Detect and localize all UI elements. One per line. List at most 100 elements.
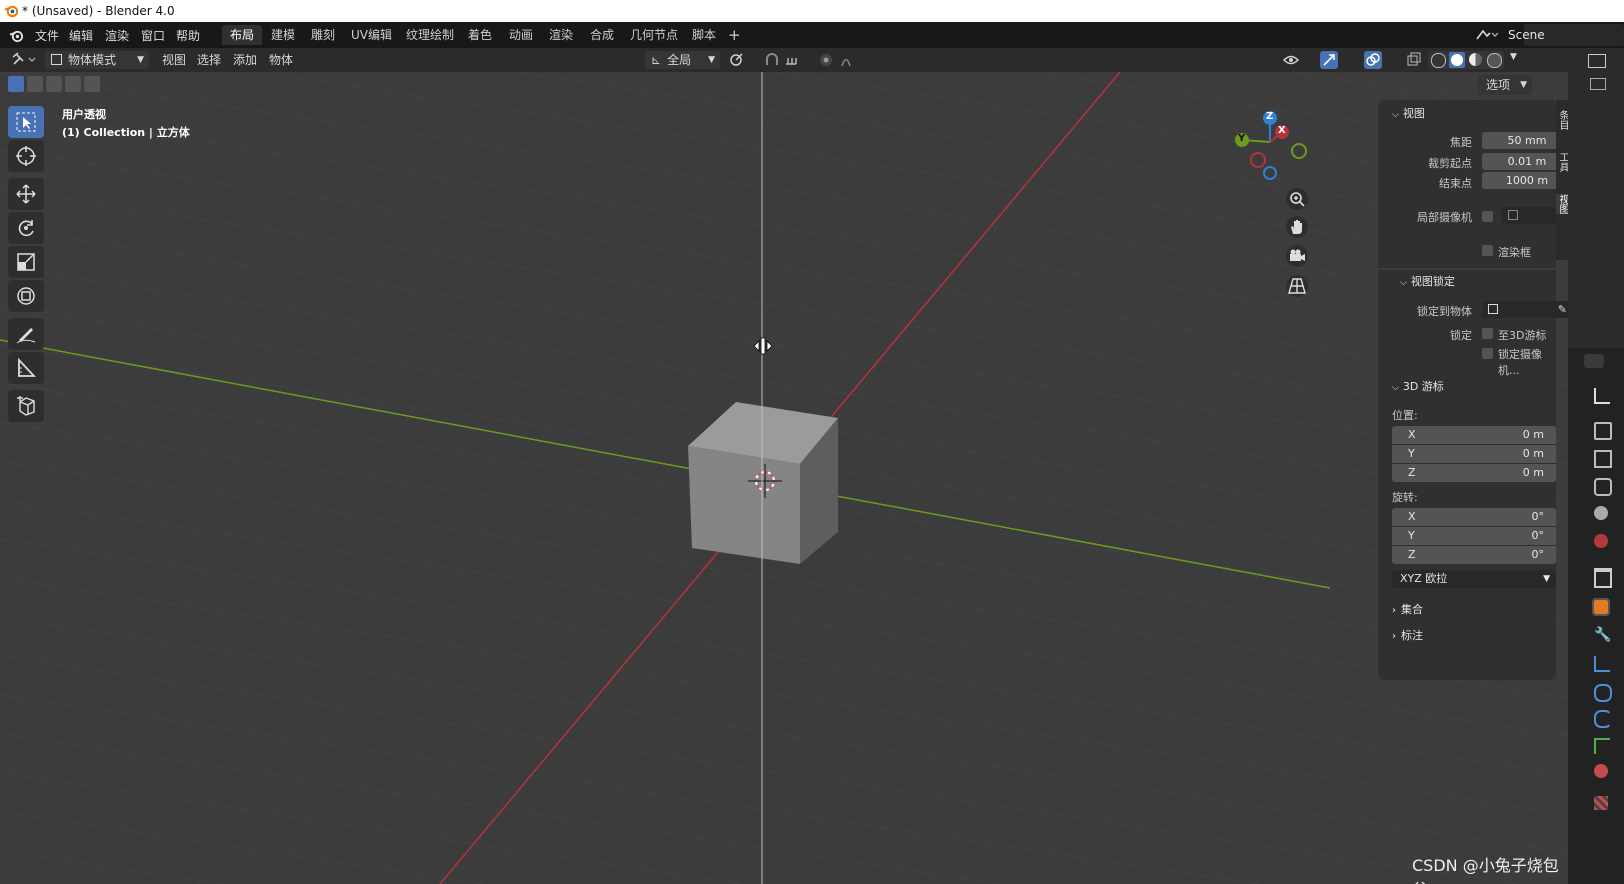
tab-scripting[interactable]: 脚本 xyxy=(684,25,724,45)
xray-icon[interactable] xyxy=(1406,52,1422,68)
tab-view[interactable]: 视图 xyxy=(1556,194,1568,214)
section-collection[interactable]: › 集合 xyxy=(1378,596,1556,618)
tab-rendering[interactable]: 渲染 xyxy=(541,25,581,45)
pivot-point-icon[interactable] xyxy=(728,52,754,68)
camera-view-button[interactable] xyxy=(1286,245,1308,267)
location-y-field[interactable]: Y 0 m xyxy=(1392,445,1556,463)
filter-icon[interactable] xyxy=(1590,78,1606,90)
tab-sculpting[interactable]: 雕刻 xyxy=(303,25,343,45)
tab-tool[interactable]: 工具 xyxy=(1556,152,1568,172)
material-shading-icon[interactable] xyxy=(1469,53,1482,66)
menu-file[interactable]: 文件 xyxy=(35,27,59,44)
blender-menu-icon[interactable] xyxy=(9,28,24,43)
add-workspace-button[interactable]: + xyxy=(720,25,749,45)
tab-animation[interactable]: 动画 xyxy=(501,25,541,45)
menu-edit[interactable]: 编辑 xyxy=(69,27,93,44)
pan-button[interactable] xyxy=(1286,216,1308,238)
visibility-icon[interactable] xyxy=(1282,51,1312,69)
3d-viewport[interactable]: 用户透视 (1) Collection | 立方体 Z Y X 选项 ▼ CSD… xyxy=(0,72,1568,884)
zoom-button[interactable] xyxy=(1286,188,1308,210)
tab-layout[interactable]: 布局 xyxy=(222,25,263,45)
data-properties-icon[interactable] xyxy=(1594,738,1610,754)
physics-properties-icon[interactable] xyxy=(1594,684,1612,702)
proportional-edit-icon[interactable] xyxy=(818,52,834,68)
tab-uv-editing[interactable]: UV编辑 xyxy=(343,25,400,45)
tool-measure[interactable] xyxy=(8,352,44,384)
tool-properties-icon[interactable] xyxy=(1594,388,1610,404)
particles-properties-icon[interactable] xyxy=(1594,656,1610,672)
tab-item[interactable]: 条目 xyxy=(1556,110,1568,130)
navigation-gizmo[interactable]: Z Y X xyxy=(1228,108,1308,188)
rotation-x-field[interactable]: X 0° xyxy=(1392,508,1556,526)
wireframe-shading-icon[interactable] xyxy=(1431,53,1446,68)
tab-shading[interactable]: 着色 xyxy=(460,25,500,45)
collection-properties-icon[interactable] xyxy=(1594,568,1612,588)
world-properties-icon[interactable] xyxy=(1594,534,1608,548)
lock-camera-checkbox[interactable] xyxy=(1482,348,1493,359)
tool-scale[interactable] xyxy=(8,246,44,278)
chevron-down-icon[interactable]: ▼ xyxy=(1510,52,1517,62)
rotation-z-field[interactable]: Z 0° xyxy=(1392,546,1556,564)
menu-help[interactable]: 帮助 xyxy=(176,27,200,44)
render-region-checkbox[interactable] xyxy=(1482,245,1493,256)
select-invert-icon[interactable] xyxy=(65,76,81,92)
object-properties-icon[interactable] xyxy=(1592,598,1610,616)
lock-cursor-checkbox[interactable] xyxy=(1482,328,1493,339)
header-menu-add[interactable]: 添加 xyxy=(233,51,257,69)
header-menu-object[interactable]: 物体 xyxy=(269,51,293,69)
select-new-icon[interactable] xyxy=(8,76,24,92)
modifier-properties-icon[interactable]: 🔧 xyxy=(1594,628,1611,642)
constraints-properties-icon[interactable] xyxy=(1594,710,1612,728)
snap-increment-icon[interactable] xyxy=(784,52,812,68)
header-menu-select[interactable]: 选择 xyxy=(197,51,221,69)
options-dropdown[interactable]: 选项 ▼ xyxy=(1478,75,1532,95)
orientation-dropdown[interactable]: ⊾ 全局 ▼ xyxy=(645,51,720,69)
lock-to-object-field[interactable]: ✎ xyxy=(1482,301,1572,318)
texture-properties-icon[interactable] xyxy=(1594,796,1608,810)
section-annotations[interactable]: › 标注 xyxy=(1378,622,1556,644)
section-view-lock-header[interactable]: ⌵ 视图锁定 xyxy=(1400,273,1455,289)
view-layer-properties-icon[interactable] xyxy=(1594,478,1612,496)
editor-type-button[interactable] xyxy=(10,51,38,69)
perspective-toggle-button[interactable] xyxy=(1286,275,1308,297)
rotation-y-field[interactable]: Y 0° xyxy=(1392,527,1556,545)
tool-cursor[interactable] xyxy=(8,140,44,172)
select-intersect-icon[interactable] xyxy=(84,76,100,92)
section-3d-cursor-header[interactable]: ⌵ 3D 游标 xyxy=(1392,378,1444,394)
render-properties-icon[interactable] xyxy=(1594,422,1612,440)
editor-type-icon[interactable] xyxy=(1584,354,1604,368)
tool-select-box[interactable] xyxy=(8,106,44,138)
eyedropper-icon[interactable]: ✎ xyxy=(1558,301,1567,318)
select-extend-icon[interactable] xyxy=(27,76,43,92)
gizmo-toggle-button[interactable] xyxy=(1320,51,1338,69)
section-view-header[interactable]: ⌵ 视图 xyxy=(1392,105,1425,121)
menu-render[interactable]: 渲染 xyxy=(105,27,129,44)
tool-rotate[interactable] xyxy=(8,212,44,244)
tool-move[interactable] xyxy=(8,178,44,210)
material-properties-icon[interactable] xyxy=(1594,764,1608,778)
header-menu-view[interactable]: 视图 xyxy=(162,51,186,69)
tool-annotate[interactable] xyxy=(8,318,44,350)
tab-compositing[interactable]: 合成 xyxy=(582,25,622,45)
output-properties-icon[interactable] xyxy=(1594,450,1612,468)
tab-modeling[interactable]: 建模 xyxy=(263,25,303,45)
outliner-icon[interactable] xyxy=(1588,54,1606,68)
tab-texture-paint[interactable]: 纹理绘制 xyxy=(398,25,462,45)
falloff-icon[interactable] xyxy=(840,52,868,68)
tab-geometry-nodes[interactable]: 几何节点 xyxy=(622,25,686,45)
rotation-mode-dropdown[interactable]: XYZ 欧拉 ▼ xyxy=(1392,570,1556,588)
rendered-shading-icon[interactable] xyxy=(1487,53,1502,68)
select-subtract-icon[interactable] xyxy=(46,76,62,92)
tool-transform[interactable] xyxy=(8,280,44,312)
scene-properties-icon[interactable] xyxy=(1594,506,1608,520)
local-camera-checkbox[interactable] xyxy=(1482,211,1493,222)
menu-window[interactable]: 窗口 xyxy=(141,27,165,44)
overlays-toggle-button[interactable] xyxy=(1364,51,1382,69)
snap-icon[interactable] xyxy=(764,52,780,68)
solid-shading-button[interactable] xyxy=(1449,52,1465,68)
location-x-field[interactable]: X 0 m xyxy=(1392,426,1556,444)
location-z-field[interactable]: Z 0 m xyxy=(1392,464,1556,482)
scene-selector[interactable]: Scene xyxy=(1476,24,1624,46)
mode-dropdown[interactable]: 物体模式 ▼ xyxy=(45,51,149,69)
tool-add-cube[interactable] xyxy=(8,390,44,422)
